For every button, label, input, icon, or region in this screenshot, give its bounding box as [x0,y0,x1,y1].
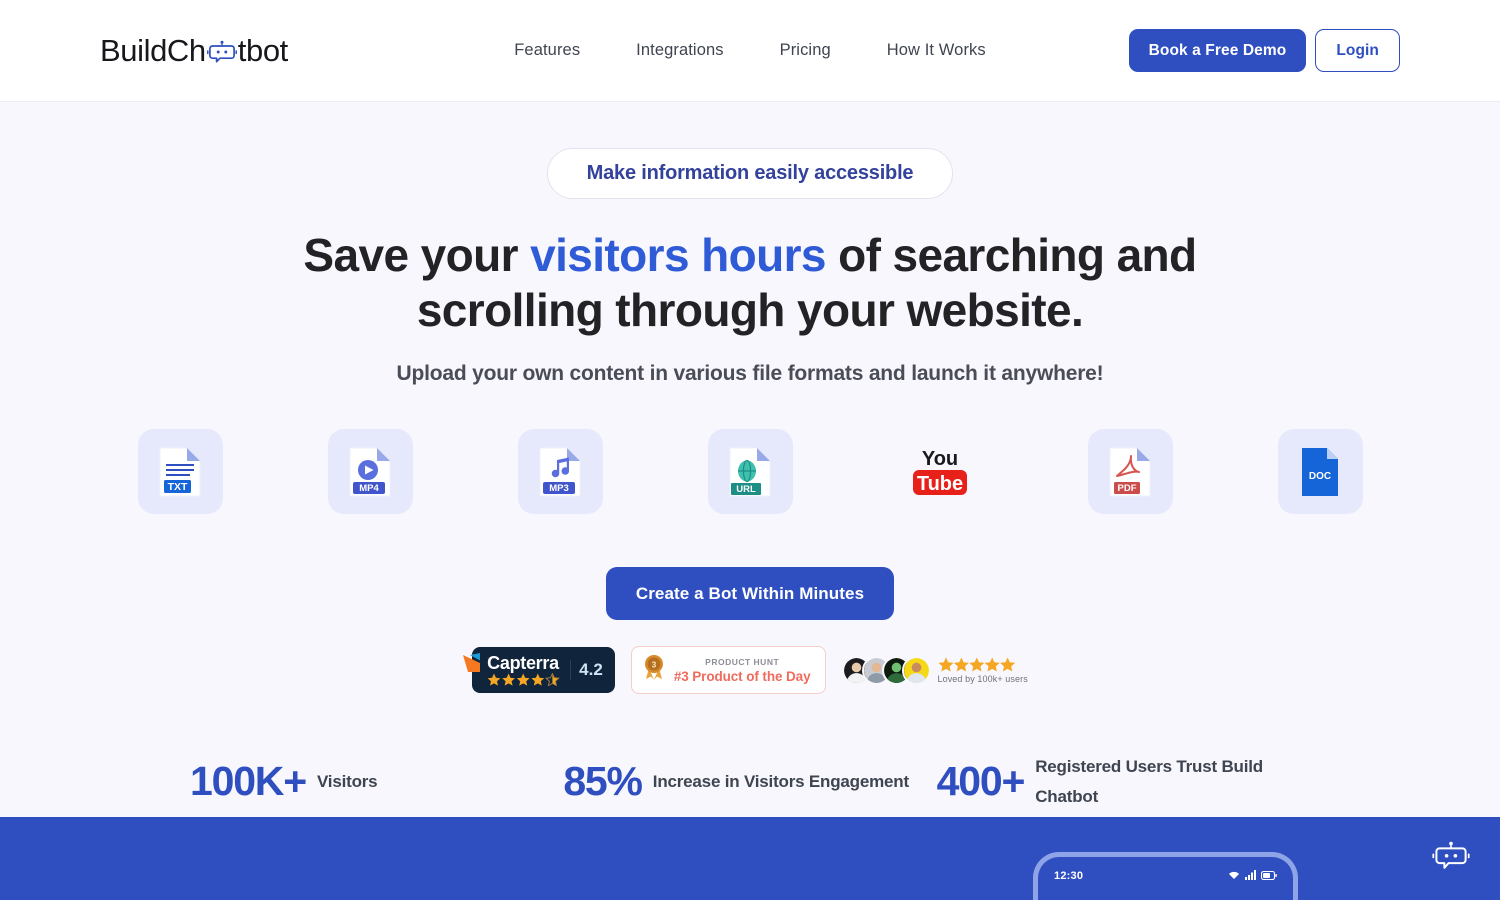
mp3-file-icon: MP3 [537,446,583,498]
nav-item-integrations[interactable]: Integrations [636,41,723,60]
doc-file-icon: DOC [1298,446,1342,498]
brand-name-part2: tbot [237,32,289,68]
hero-subtitle: Upload your own content in various file … [396,362,1104,385]
bottom-blue-section: 12:30 [0,817,1500,900]
file-tile-mp4[interactable]: MP4 [327,429,413,514]
rating-summary: Loved by 100k+ users [938,657,1028,684]
battery-icon [1260,867,1277,885]
product-hunt-badge[interactable]: 3 PRODUCT HUNT #3 Product of the Day [630,646,826,694]
cta-container: Create a Bot Within Minutes [0,567,1500,620]
user-social-proof[interactable]: Loved by 100k+ users [841,655,1028,685]
nav-item-features[interactable]: Features [514,41,580,60]
svg-text:URL: URL [736,484,756,495]
youtube-icon: You Tube [905,445,975,499]
file-tile-mp3[interactable]: MP3 [517,429,603,514]
product-hunt-label: PRODUCT HUNT [705,656,780,667]
wifi-icon [1228,867,1240,885]
social-proof-badges: Capterra 4.2 3 PRODUCT HUNT #3 Product o… [0,646,1500,694]
stat-registered-users: 400+ Registered Users Trust Build Chatbo… [937,752,1310,812]
capterra-score: 4.2 [570,659,603,680]
stat-label: Increase in Visitors Engagement [652,771,909,791]
svg-text:MP4: MP4 [359,483,379,494]
product-hunt-text: PRODUCT HUNT #3 Product of the Day [674,657,811,684]
stat-number: 85% [563,758,643,805]
file-tile-txt[interactable]: TXT [137,429,223,514]
page-title: Save your visitors hours of searching an… [300,228,1200,338]
five-stars-icon [938,657,1016,672]
file-tile-pdf[interactable]: PDF [1087,429,1173,514]
nav-item-pricing[interactable]: Pricing [780,41,831,60]
svg-text:DOC: DOC [1309,471,1331,482]
phone-mockup: 12:30 [1033,852,1298,900]
create-bot-button[interactable]: Create a Bot Within Minutes [605,567,895,620]
stats-row: 100K+ Visitors 85% Increase in Visitors … [0,752,1500,812]
file-tile-youtube[interactable]: You Tube [898,429,983,514]
svg-text:3: 3 [652,661,657,670]
txt-file-icon: TXT [157,446,203,498]
capterra-flag-icon [463,651,487,678]
stat-number: 400+ [936,758,1026,805]
avatar [901,655,931,685]
site-header: BuildCh tbot Features Integrations Prici… [0,0,1500,101]
stat-engagement: 85% Increase in Visitors Engagement [563,752,936,812]
capterra-stars-icon [487,672,561,687]
headline-part1: Save your [303,229,531,281]
svg-text:MP3: MP3 [549,483,569,494]
url-file-icon: URL [727,446,773,498]
cellular-signal-icon [1245,867,1256,885]
stat-visitors: 100K+ Visitors [190,752,563,812]
robot-head-icon [206,36,237,72]
brand-logo[interactable]: BuildCh tbot [100,33,288,69]
nav-item-how-it-works[interactable]: How It Works [887,41,986,60]
pdf-file-icon: PDF [1107,446,1153,498]
svg-text:TXT: TXT [168,481,188,493]
svg-text:Tube: Tube [917,473,963,495]
book-demo-button[interactable]: Book a Free Demo [1128,28,1307,73]
product-hunt-title: #3 Product of the Day [673,668,811,684]
avatar-group [841,655,931,685]
chat-widget-button[interactable] [1432,841,1470,871]
stat-number: 100K+ [190,758,307,805]
capterra-name: Capterra [487,652,559,673]
stat-label: Registered Users Trust Build Chatbot [1035,757,1263,806]
hero-section: Make information easily accessible Save … [0,101,1500,817]
capterra-badge[interactable]: Capterra 4.2 [463,646,615,694]
file-tile-url[interactable]: URL [707,429,793,514]
phone-status-bar: 12:30 [1038,867,1293,885]
hero-tagline-pill[interactable]: Make information easily accessible [546,148,954,199]
medal-ribbon-icon: 3 [643,654,665,686]
svg-text:PDF: PDF [1118,483,1137,494]
header-actions: Book a Free Demo Login [1128,28,1400,73]
capterra-content: Capterra [481,652,561,687]
phone-status-icons [1228,867,1277,885]
brand-name-part1: BuildCh [100,32,206,68]
svg-text:You: You [922,448,958,470]
file-tile-doc[interactable]: DOC [1277,429,1363,514]
stat-label: Visitors [316,771,378,791]
login-button[interactable]: Login [1315,29,1400,72]
mp4-file-icon: MP4 [347,446,393,498]
headline-highlight: visitors hours [530,229,826,281]
phone-time: 12:30 [1054,870,1084,882]
loved-by-caption: Loved by 100k+ users [937,673,1028,684]
landing-page: BuildCh tbot Features Integrations Prici… [0,0,1500,900]
file-format-list: TXT MP4 MP3 URL You Tube PDF DOC [0,429,1500,514]
